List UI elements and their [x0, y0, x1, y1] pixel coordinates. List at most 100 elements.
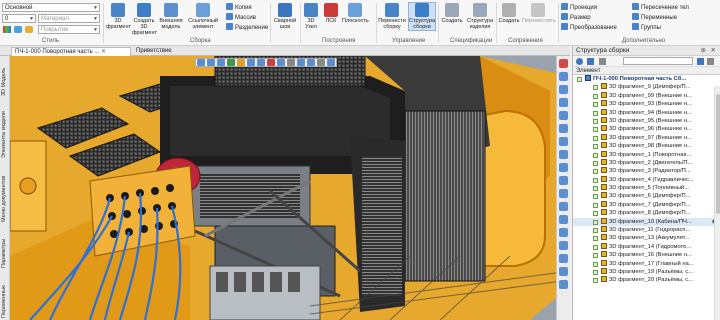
zoom-in-icon[interactable]	[559, 72, 568, 81]
tab-welcome[interactable]: Приветствие	[133, 47, 175, 56]
product-structure-button[interactable]: Структура изделия	[466, 3, 494, 30]
row-checkbox[interactable]	[593, 102, 598, 108]
tree-row[interactable]: 3D фрагмент_19 (Разъёмы, с...	[573, 267, 720, 276]
display-icon[interactable]	[559, 215, 568, 224]
hide-icon[interactable]	[287, 59, 295, 66]
palette-icon[interactable]	[3, 26, 11, 33]
tree-row[interactable]: 3D фрагмент_6 (Демпфер/П...	[573, 192, 720, 200]
3d-viewport[interactable]	[10, 56, 570, 320]
tree-row[interactable]: 3D фрагмент_10 (Кабина/ПЧ...◉	[573, 217, 720, 227]
row-checkbox[interactable]	[593, 219, 598, 225]
tree-row[interactable]: 3D фрагмент_14 (Гидромото...	[573, 242, 720, 251]
tree-scrollbar[interactable]	[714, 86, 720, 320]
tree-row[interactable]: 3D фрагмент_5 (Топливный...	[573, 184, 720, 192]
node-button[interactable]: 3D Узел	[302, 3, 320, 30]
reference-element-button[interactable]: Ссылочный элемент	[188, 3, 218, 30]
tree-scroll-thumb[interactable]	[716, 94, 720, 214]
tab-document-menu[interactable]: Меню документов	[1, 164, 9, 222]
select-icon[interactable]	[267, 59, 275, 66]
tree-options-icon[interactable]	[697, 58, 704, 65]
tree-row[interactable]: 3D фрагмент_94 (Внешние н...	[573, 108, 720, 117]
tree-row[interactable]: 3D фрагмент_4 (Гидравличес...	[573, 175, 720, 184]
tab-document[interactable]: ПЧ-1-000 Поворотная часть ... ✕	[11, 47, 131, 56]
row-checkbox[interactable]	[593, 211, 598, 217]
move-mate-button[interactable]: Переместить	[522, 3, 556, 24]
tree-search-field[interactable]	[623, 57, 693, 65]
row-checkbox[interactable]	[593, 127, 598, 133]
row-checkbox[interactable]	[593, 118, 598, 124]
filter-tree-icon[interactable]	[587, 58, 594, 65]
row-checkbox[interactable]	[593, 236, 598, 242]
measure-icon[interactable]	[277, 59, 285, 66]
section-icon[interactable]	[247, 59, 255, 66]
magnet-icon[interactable]	[559, 59, 568, 68]
row-checkbox[interactable]	[593, 186, 598, 192]
zoom-icon[interactable]	[197, 59, 205, 66]
tree-row[interactable]: 3D фрагмент_1 (Поворотная...	[573, 150, 720, 159]
fragment-button[interactable]: 3D фрагмент	[106, 3, 131, 30]
row-checkbox[interactable]	[593, 269, 598, 275]
display-mode-icon[interactable]	[237, 59, 245, 66]
copy-button[interactable]: Копия	[226, 3, 252, 12]
measure-distance-icon[interactable]	[559, 137, 568, 146]
tree-row[interactable]: 3D фрагмент_17 (Главный на...	[573, 259, 720, 268]
size-button[interactable]: Размер	[561, 13, 591, 22]
row-checkbox[interactable]	[593, 194, 598, 200]
settings-icon[interactable]	[14, 26, 22, 33]
row-checkbox[interactable]	[593, 278, 598, 284]
row-checkbox[interactable]	[593, 85, 598, 91]
tab-model-elements[interactable]: Элементы модели	[1, 102, 9, 158]
tree-row[interactable]: 3D фрагмент_95 (Внешние н...	[573, 116, 720, 125]
zoom-out-icon[interactable]	[559, 85, 568, 94]
tree-root[interactable]: ПЧ-1-000 Поворотная часть Сб...	[573, 75, 720, 83]
tree-row[interactable]: 3D фрагмент_13 (Аккумулят...	[573, 234, 720, 242]
tree-row[interactable]: 3D фрагмент_11 (Гидрорасп...	[573, 226, 720, 234]
grid-icon[interactable]	[317, 59, 325, 66]
row-checkbox[interactable]	[593, 253, 598, 259]
split-button[interactable]: Разделение	[226, 23, 268, 32]
weld-button[interactable]: Сварной шов	[272, 3, 298, 30]
row-checkbox[interactable]	[593, 110, 598, 116]
tree-row[interactable]: 3D фрагмент_16 (Внешние н...	[573, 251, 720, 259]
color-icon[interactable]	[25, 26, 33, 33]
row-checkbox[interactable]	[593, 135, 598, 141]
tab-variables[interactable]: Переменные	[1, 276, 9, 318]
create-mate-button[interactable]: Создать	[498, 3, 520, 24]
array-button[interactable]: Массив	[226, 13, 256, 22]
render-icon[interactable]	[559, 228, 568, 237]
coating-combo[interactable]: Покрытие ▼	[38, 25, 100, 34]
save-tree-icon[interactable]	[707, 58, 714, 65]
row-checkbox[interactable]	[593, 160, 598, 166]
fit-icon[interactable]	[559, 111, 568, 120]
properties-icon[interactable]	[559, 176, 568, 185]
transform-button[interactable]: Преобразование	[561, 23, 617, 32]
root-checkbox[interactable]	[577, 77, 582, 82]
create-fragment-button[interactable]: Создать 3D фрагмент	[132, 3, 157, 36]
pin-icon[interactable]: ⊕	[701, 46, 706, 56]
close-panel-icon[interactable]: ✕	[711, 46, 716, 56]
camera-icon[interactable]	[307, 59, 315, 66]
move-assembly-button[interactable]: Перенести сборку	[378, 3, 406, 30]
pan-icon[interactable]	[207, 59, 215, 66]
line-weight-combo[interactable]: 0 ▼	[2, 14, 36, 23]
view-orient-icon[interactable]	[227, 59, 235, 66]
body-intersection-button[interactable]: Пересечение тел	[632, 3, 689, 12]
row-checkbox[interactable]	[593, 177, 598, 183]
projection-button[interactable]: Проекция	[561, 3, 597, 12]
tree-row[interactable]: 3D фрагмент_97 (Внешние н...	[573, 133, 720, 142]
extra-icon[interactable]	[559, 280, 568, 289]
row-checkbox[interactable]	[593, 93, 598, 99]
tab-parameters[interactable]: Параметры	[1, 228, 9, 268]
tree-row[interactable]: 3D фрагмент_3 (Радиатор/П...	[573, 167, 720, 175]
variables-button[interactable]: Переменные	[632, 13, 677, 22]
tree-row[interactable]: 3D фрагмент_96 (Внешние н...	[573, 125, 720, 133]
material-combo[interactable]: Материал ▼	[38, 14, 100, 23]
filter-view-icon[interactable]	[559, 189, 568, 198]
tree-row[interactable]: 3D фрагмент_2 (Двигатель/П...	[573, 158, 720, 167]
tree-row[interactable]: 3D фрагмент_9 (Демпфер/П...	[573, 83, 720, 91]
close-icon[interactable]: ✕	[101, 49, 106, 55]
row-checkbox[interactable]	[593, 244, 598, 250]
tree-row[interactable]: 3D фрагмент_8 (Демпфер/П...	[573, 209, 720, 217]
refresh-tree-icon[interactable]	[576, 58, 583, 65]
row-checkbox[interactable]	[593, 169, 598, 175]
